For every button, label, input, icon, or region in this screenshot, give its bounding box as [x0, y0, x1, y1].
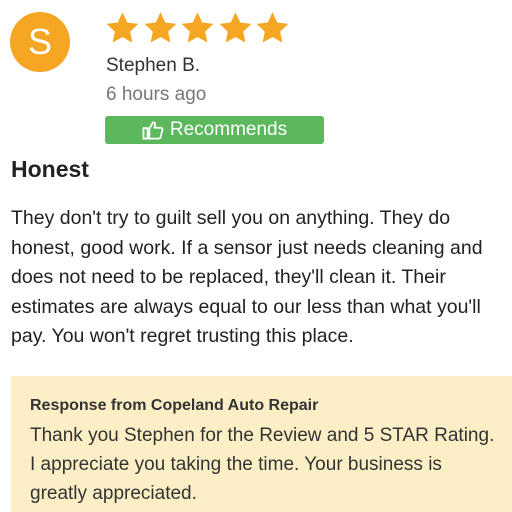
avatar: S	[10, 12, 70, 72]
star-icon	[179, 10, 216, 47]
star-rating	[104, 10, 292, 48]
recommends-label: Recommends	[169, 119, 288, 140]
review-title: Honest	[11, 156, 89, 182]
review-timestamp: 6 hours ago	[106, 84, 207, 105]
response-heading: Response from Copeland Auto Repair	[30, 397, 319, 414]
thumbs-up-icon	[142, 121, 164, 140]
response-text: Thank you Stephen for the Review and 5 S…	[30, 425, 495, 504]
review-text: They don't try to guilt sell you on anyt…	[11, 207, 483, 347]
owner-response: Response from Copeland Auto Repair Thank…	[11, 376, 512, 512]
star-icon	[142, 10, 179, 47]
star-icon	[217, 10, 254, 47]
star-icon	[104, 10, 141, 47]
star-icon	[254, 10, 291, 47]
reviewer-name[interactable]: Stephen B.	[106, 55, 200, 77]
recommends-badge: Recommends	[105, 116, 324, 144]
